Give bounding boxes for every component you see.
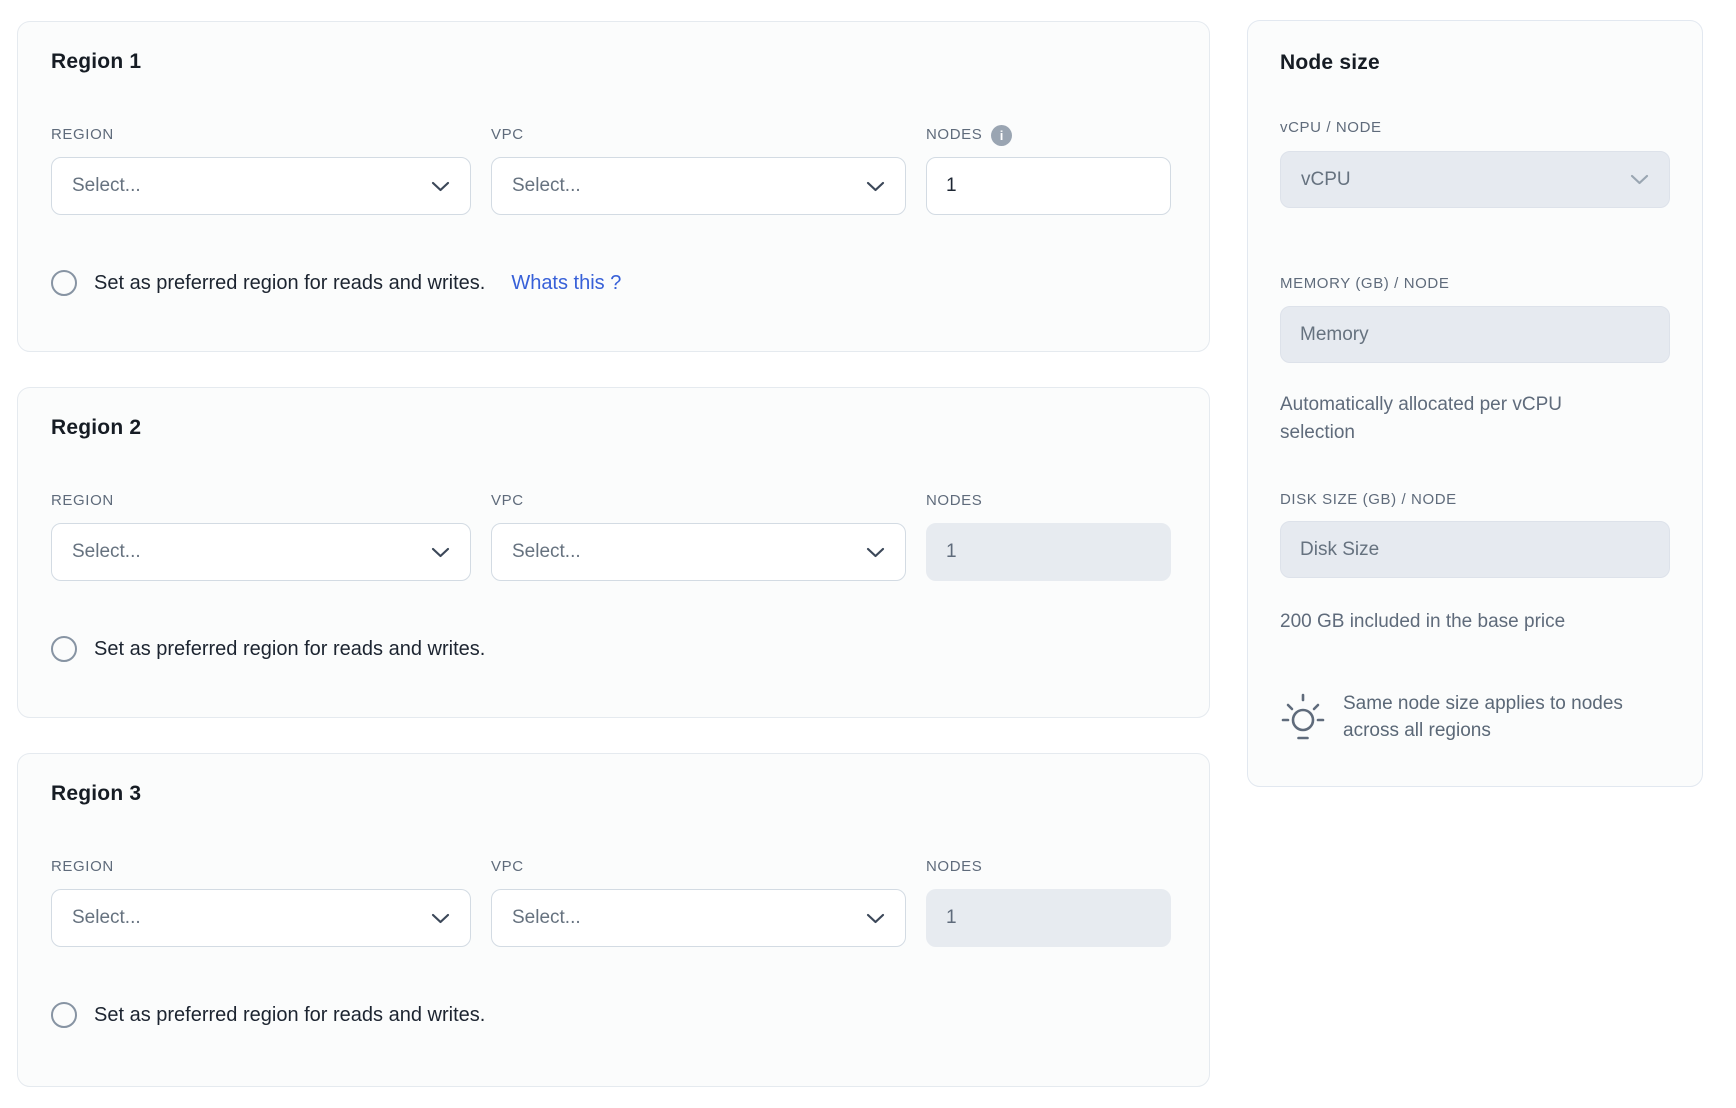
region-1-title: Region 1: [51, 48, 1169, 75]
nodes-field: NODES: [926, 492, 1171, 581]
region-field: REGION Select...: [51, 126, 471, 215]
vpc-select[interactable]: Select...: [491, 889, 906, 947]
region-3-title: Region 3: [51, 780, 1169, 807]
region-2-title: Region 2: [51, 414, 1169, 441]
region-select[interactable]: Select...: [51, 523, 471, 581]
region-3-card: Region 3 REGION Select... VPC Select... …: [17, 753, 1210, 1087]
region-2-fields: REGION Select... VPC Select... NODES: [51, 492, 1169, 581]
vpc-label: VPC: [491, 126, 906, 144]
memory-label: MEMORY (GB) / NODE: [1280, 275, 1670, 293]
vpc-select[interactable]: Select...: [491, 157, 906, 215]
preferred-region-radio[interactable]: [51, 636, 77, 662]
region-3-fields: REGION Select... VPC Select... NODES: [51, 858, 1169, 947]
region-label: REGION: [51, 858, 471, 876]
preferred-region-label: Set as preferred region for reads and wr…: [94, 269, 485, 297]
preferred-region-label: Set as preferred region for reads and wr…: [94, 1001, 485, 1029]
vpc-field: VPC Select...: [491, 492, 906, 581]
nodes-field: NODES: [926, 858, 1171, 947]
region-select[interactable]: Select...: [51, 889, 471, 947]
chevron-down-icon: [431, 181, 450, 192]
region-field: REGION Select...: [51, 492, 471, 581]
node-size-title: Node size: [1280, 49, 1670, 76]
chevron-down-icon: [866, 547, 885, 558]
vpc-label: VPC: [491, 492, 906, 510]
preferred-region-label: Set as preferred region for reads and wr…: [94, 635, 485, 663]
preferred-region-row: Set as preferred region for reads and wr…: [51, 635, 1169, 663]
memory-helper-text: Automatically allocated per vCPU selecti…: [1280, 391, 1625, 447]
region-select-placeholder: Select...: [72, 907, 141, 929]
preferred-region-row: Set as preferred region for reads and wr…: [51, 269, 1169, 297]
region-field: REGION Select...: [51, 858, 471, 947]
disk-size-input: [1280, 521, 1670, 578]
region-label: REGION: [51, 492, 471, 510]
nodes-field: NODES i: [926, 126, 1171, 215]
chevron-down-icon: [431, 913, 450, 924]
node-size-panel: Node size vCPU / NODE vCPU MEMORY (GB) /…: [1247, 20, 1703, 787]
vpc-select-placeholder: Select...: [512, 175, 581, 197]
region-select[interactable]: Select...: [51, 157, 471, 215]
region-select-placeholder: Select...: [72, 541, 141, 563]
memory-input: [1280, 306, 1670, 363]
info-icon[interactable]: i: [991, 125, 1012, 146]
vpc-field: VPC Select...: [491, 858, 906, 947]
chevron-down-icon: [866, 181, 885, 192]
nodes-input[interactable]: [926, 157, 1171, 215]
chevron-down-icon: [431, 547, 450, 558]
region-select-placeholder: Select...: [72, 175, 141, 197]
vcpu-select-placeholder: vCPU: [1301, 169, 1351, 191]
region-2-card: Region 2 REGION Select... VPC Select... …: [17, 387, 1210, 718]
chevron-down-icon: [866, 913, 885, 924]
lightbulb-icon: [1280, 692, 1326, 744]
disk-helper-text: 200 GB included in the base price: [1280, 608, 1670, 636]
nodes-label: NODES i: [926, 126, 1171, 144]
vpc-select-placeholder: Select...: [512, 541, 581, 563]
nodes-input-disabled: [926, 523, 1171, 581]
vcpu-select[interactable]: vCPU: [1280, 151, 1670, 208]
chevron-down-icon: [1630, 174, 1649, 185]
whats-this-link[interactable]: Whats this ?: [511, 272, 621, 295]
vpc-select[interactable]: Select...: [491, 523, 906, 581]
region-1-card: Region 1 REGION Select... VPC Select... …: [17, 21, 1210, 352]
nodes-label-text: NODES: [926, 126, 982, 144]
preferred-region-row: Set as preferred region for reads and wr…: [51, 1001, 1169, 1029]
vpc-select-placeholder: Select...: [512, 907, 581, 929]
vcpu-label: vCPU / NODE: [1280, 119, 1670, 137]
node-size-note: Same node size applies to nodes across a…: [1280, 690, 1670, 744]
preferred-region-radio[interactable]: [51, 1002, 77, 1028]
nodes-label: NODES: [926, 858, 1171, 876]
region-label: REGION: [51, 126, 471, 144]
nodes-label: NODES: [926, 492, 1171, 510]
preferred-region-radio[interactable]: [51, 270, 77, 296]
region-1-fields: REGION Select... VPC Select... NODES i: [51, 126, 1169, 215]
node-size-note-text: Same node size applies to nodes across a…: [1343, 690, 1633, 744]
nodes-input-disabled: [926, 889, 1171, 947]
vpc-label: VPC: [491, 858, 906, 876]
vpc-field: VPC Select...: [491, 126, 906, 215]
disk-size-label: DISK SIZE (GB) / NODE: [1280, 491, 1670, 509]
